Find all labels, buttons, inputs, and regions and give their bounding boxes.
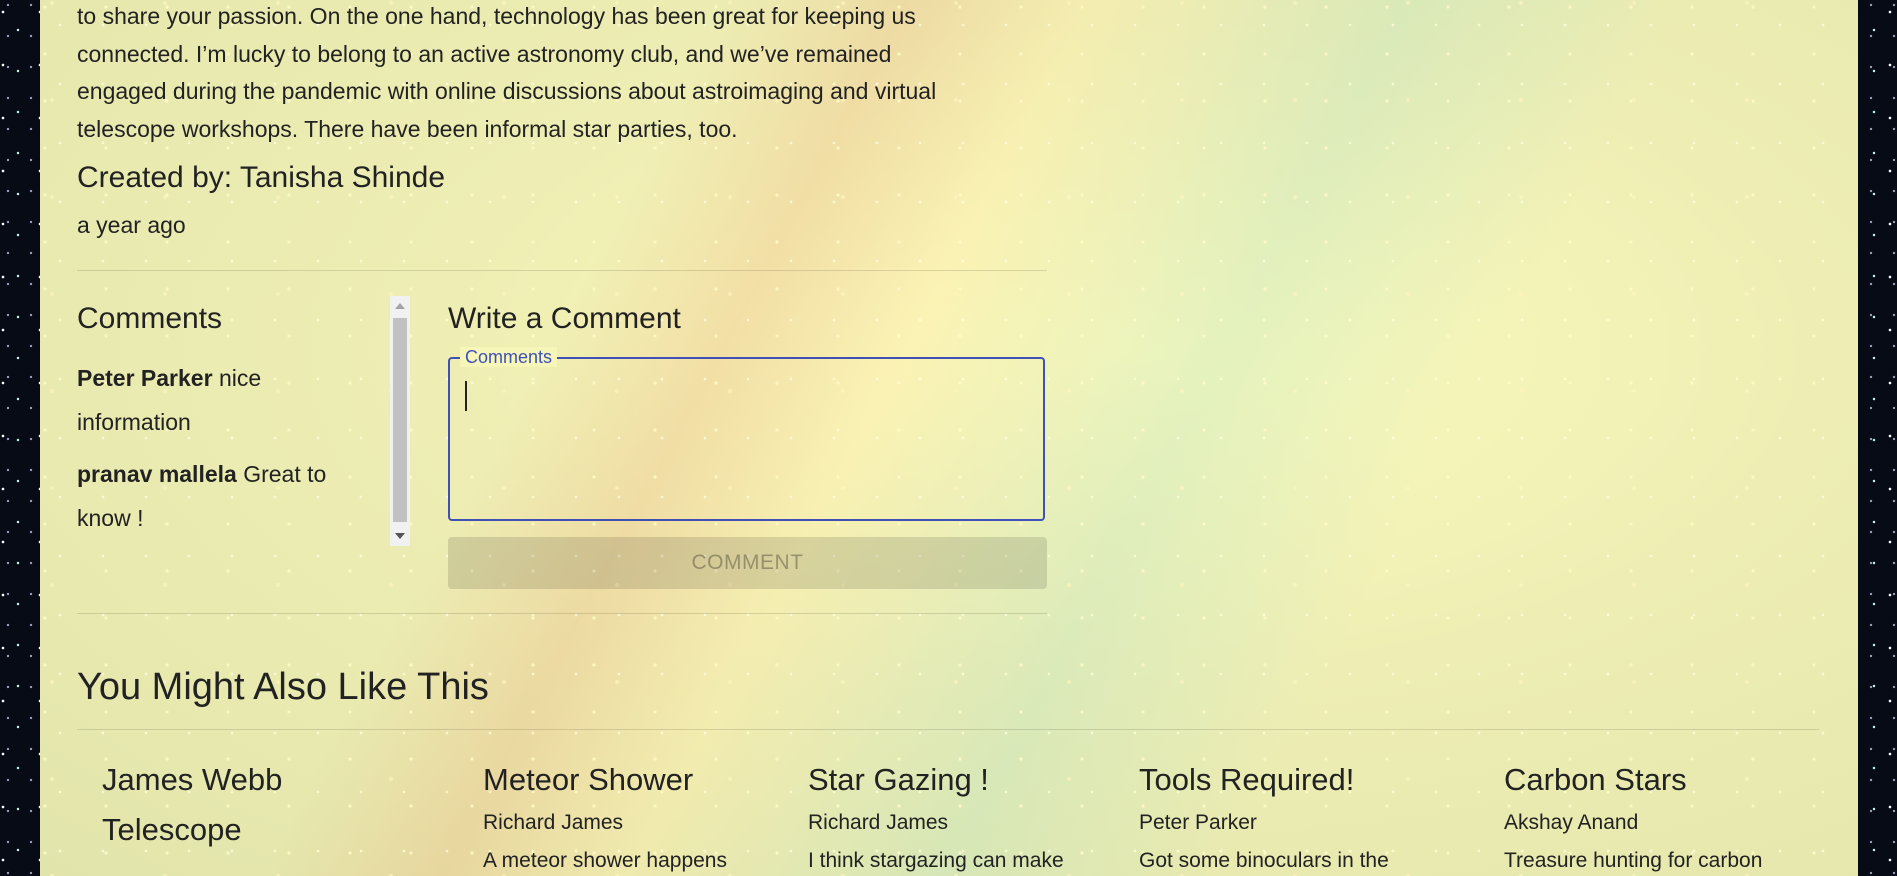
comments-title: Comments <box>77 302 223 335</box>
card-author: Akshay Anand <box>1504 811 1639 834</box>
main-content: to share your passion. On the one hand, … <box>40 0 1858 876</box>
recommendation-card[interactable]: Meteor Shower Richard James A meteor sho… <box>483 755 783 873</box>
recommendation-card[interactable]: Star Gazing ! Richard James I think star… <box>808 755 1108 873</box>
post-body-line: connected. I’m lucky to belong to an act… <box>77 40 892 67</box>
card-snippet: Got some binoculars in the <box>1139 849 1389 872</box>
comment-textarea[interactable]: Comments <box>448 347 1045 521</box>
post-body: to share your passion. On the one hand, … <box>77 0 1057 148</box>
comment-text: nice <box>218 365 262 391</box>
divider <box>77 270 1047 271</box>
recommendation-card[interactable]: Tools Required! Peter Parker Got some bi… <box>1139 755 1439 873</box>
comment-text: know ! <box>77 505 144 531</box>
card-title[interactable]: James Webb <box>102 755 402 805</box>
card-author: Richard James <box>808 811 949 834</box>
card-title[interactable]: Tools Required! <box>1139 755 1439 805</box>
comment-text: Great to <box>243 461 327 487</box>
recommendation-card[interactable]: James Webb Telescope <box>102 755 402 855</box>
comment-item: pranav mallela Great to know ! <box>77 452 377 540</box>
comment-author: Peter Parker <box>77 365 213 391</box>
card-snippet: Treasure hunting for carbon <box>1504 849 1763 872</box>
card-title[interactable]: Carbon Stars <box>1504 755 1804 805</box>
write-comment-title: Write a Comment <box>448 302 681 335</box>
recommendations-title: You Might Also Like This <box>77 666 489 708</box>
card-title[interactable]: Meteor Shower <box>483 755 783 805</box>
comment-button[interactable]: COMMENT <box>448 537 1047 589</box>
post-body-line: engaged during the pandemic with online … <box>77 78 937 104</box>
card-author: Peter Parker <box>1139 811 1257 834</box>
comments-scrollbar[interactable] <box>390 296 410 546</box>
post-body-line: telescope workshops. There have been inf… <box>77 115 738 142</box>
scrollbar-thumb[interactable] <box>393 318 407 522</box>
card-snippet: I think stargazing can make <box>808 849 1064 872</box>
post-author: Created by: Tanisha Shinde <box>77 161 446 194</box>
card-snippet: A meteor shower happens <box>483 849 727 872</box>
card-title[interactable]: Telescope <box>102 805 402 855</box>
scroll-up-arrow-icon[interactable] <box>395 303 405 309</box>
recommendation-card[interactable]: Carbon Stars Akshay Anand Treasure hunti… <box>1504 755 1804 873</box>
comment-text: information <box>77 409 191 435</box>
card-author: Richard James <box>483 811 624 834</box>
divider <box>77 729 1819 730</box>
card-title[interactable]: Star Gazing ! <box>808 755 1108 805</box>
scroll-down-arrow-icon[interactable] <box>395 533 405 539</box>
text-cursor <box>465 381 467 411</box>
comment-item: Peter Parker nice information <box>77 356 377 444</box>
comment-author: pranav mallela <box>77 461 237 487</box>
comment-field-label: Comments <box>460 347 558 367</box>
post-timestamp: a year ago <box>77 212 186 238</box>
divider <box>77 613 1047 614</box>
post-body-line: to share your passion. On the one hand, … <box>77 3 916 29</box>
